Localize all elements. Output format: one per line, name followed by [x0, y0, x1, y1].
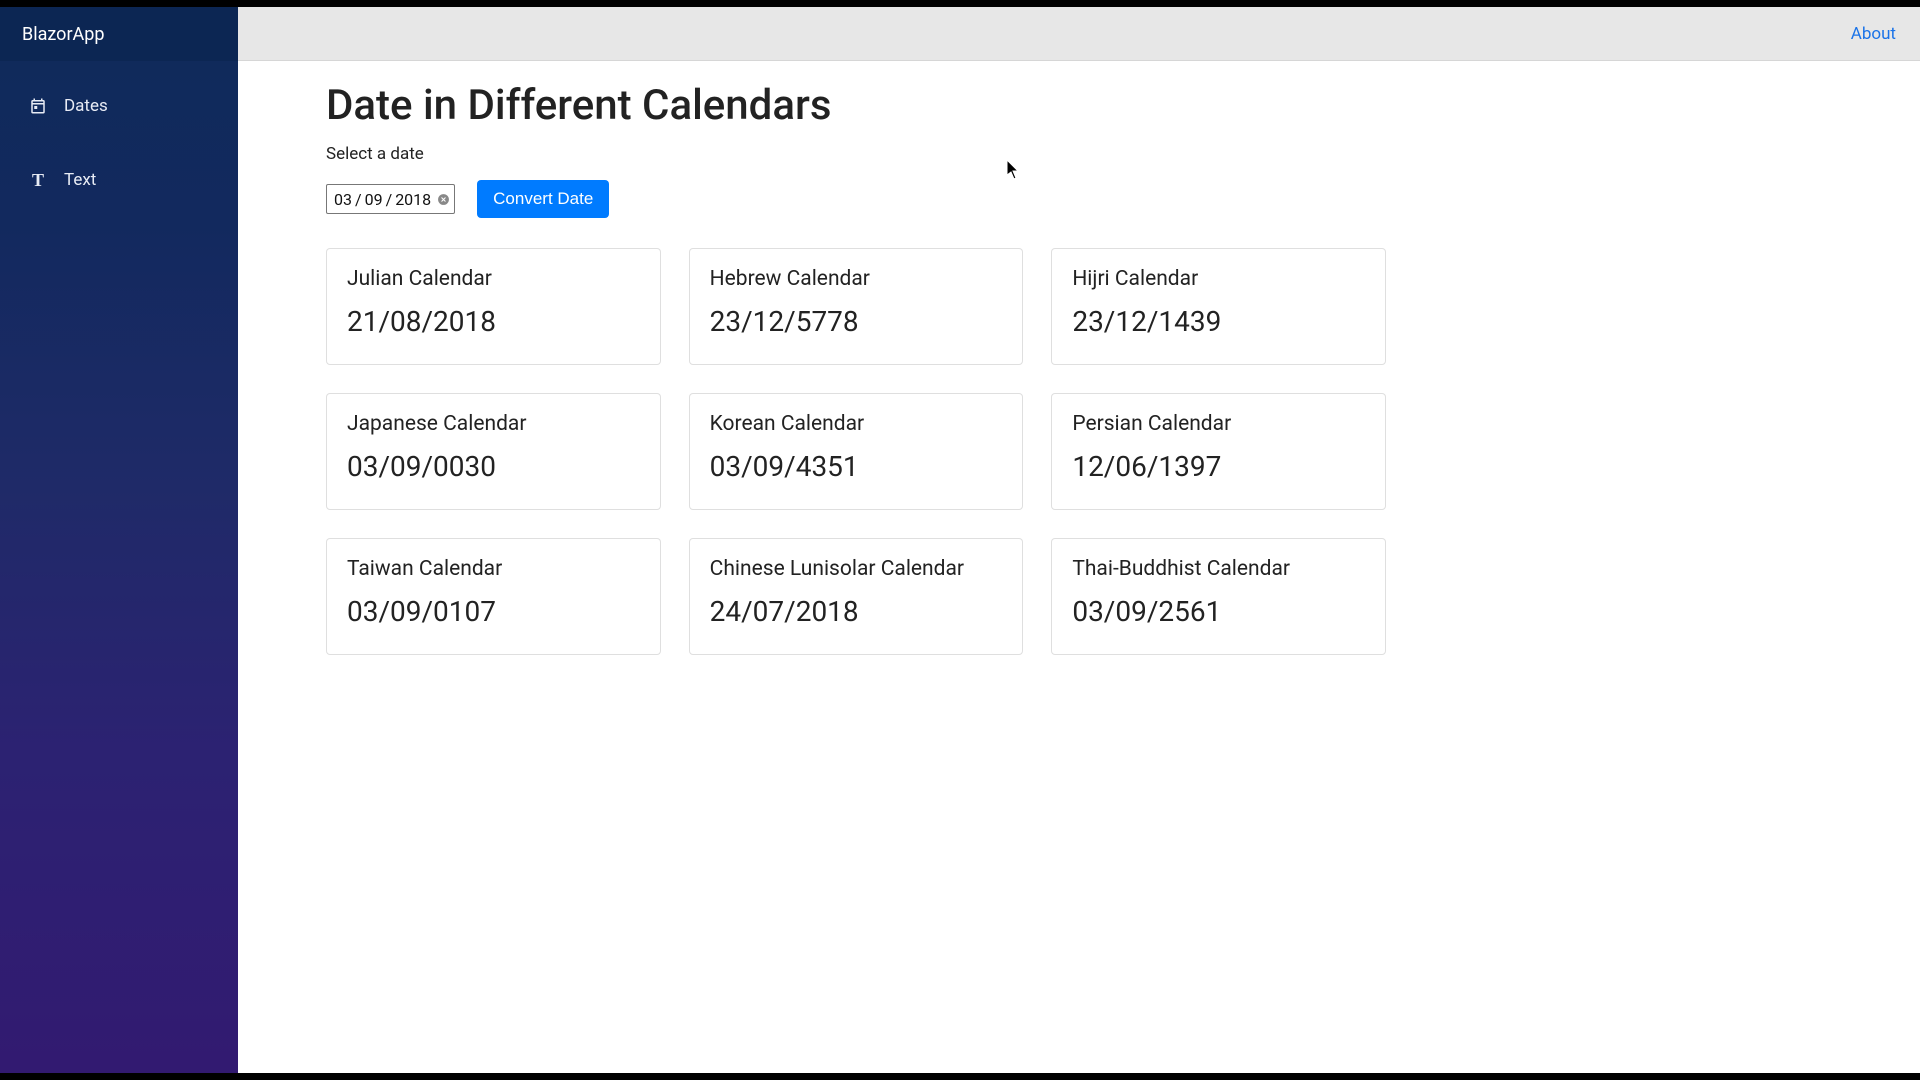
card-value: 03/09/0107	[347, 595, 640, 628]
card-thai-buddhist: Thai-Buddhist Calendar 03/09/2561	[1051, 538, 1386, 655]
calendar-cards-grid: Julian Calendar 21/08/2018 Hebrew Calend…	[326, 248, 1386, 655]
main-column: About Date in Different Calendars Select…	[238, 7, 1920, 1073]
card-value: 24/07/2018	[710, 595, 1003, 628]
card-title: Thai-Buddhist Calendar	[1072, 557, 1365, 581]
card-korean: Korean Calendar 03/09/4351	[689, 393, 1024, 510]
card-japanese: Japanese Calendar 03/09/0030	[326, 393, 661, 510]
date-separator: /	[384, 190, 395, 209]
app-root: BlazorApp Dates T Text About Date in Dif…	[0, 7, 1920, 1073]
topbar: About	[238, 7, 1920, 61]
card-hijri: Hijri Calendar 23/12/1439	[1051, 248, 1386, 365]
card-hebrew: Hebrew Calendar 23/12/5778	[689, 248, 1024, 365]
card-title: Hijri Calendar	[1072, 267, 1365, 291]
sidebar-item-dates[interactable]: Dates	[0, 69, 238, 143]
card-value: 23/12/5778	[710, 305, 1003, 338]
card-value: 12/06/1397	[1072, 450, 1365, 483]
letterbox-bottom	[0, 1073, 1920, 1080]
page-title: Date in Different Calendars	[326, 81, 1832, 130]
card-value: 03/09/4351	[710, 450, 1003, 483]
sidebar-item-text[interactable]: T Text	[0, 143, 238, 217]
date-input-day[interactable]: 03	[333, 190, 353, 209]
card-value: 21/08/2018	[347, 305, 640, 338]
calendar-icon	[28, 96, 48, 116]
sidebar: BlazorApp Dates T Text	[0, 7, 238, 1073]
sidebar-nav: Dates T Text	[0, 61, 238, 217]
card-title: Chinese Lunisolar Calendar	[710, 557, 1003, 581]
content-area: Date in Different Calendars Select a dat…	[238, 61, 1920, 1073]
card-value: 03/09/0030	[347, 450, 640, 483]
sidebar-item-label: Text	[64, 170, 96, 190]
select-date-label: Select a date	[326, 144, 1832, 164]
card-value: 23/12/1439	[1072, 305, 1365, 338]
about-link[interactable]: About	[1851, 24, 1896, 44]
brand-title: BlazorApp	[0, 7, 238, 61]
sidebar-item-label: Dates	[64, 96, 108, 116]
date-separator: /	[353, 190, 364, 209]
letterbox-top	[0, 0, 1920, 7]
card-value: 03/09/2561	[1072, 595, 1365, 628]
convert-date-button[interactable]: Convert Date	[477, 180, 609, 218]
card-title: Japanese Calendar	[347, 412, 640, 436]
card-title: Persian Calendar	[1072, 412, 1365, 436]
card-persian: Persian Calendar 12/06/1397	[1051, 393, 1386, 510]
controls-row: 03 / 09 / 2018 Convert Date	[326, 180, 1832, 218]
card-title: Korean Calendar	[710, 412, 1003, 436]
date-input-month[interactable]: 09	[364, 190, 384, 209]
card-title: Hebrew Calendar	[710, 267, 1003, 291]
clear-date-icon[interactable]	[436, 192, 450, 206]
card-taiwan: Taiwan Calendar 03/09/0107	[326, 538, 661, 655]
card-title: Julian Calendar	[347, 267, 640, 291]
date-input[interactable]: 03 / 09 / 2018	[326, 184, 455, 214]
text-icon: T	[28, 170, 48, 190]
card-chinese-lunisolar: Chinese Lunisolar Calendar 24/07/2018	[689, 538, 1024, 655]
date-input-year[interactable]: 2018	[394, 190, 432, 209]
card-julian: Julian Calendar 21/08/2018	[326, 248, 661, 365]
card-title: Taiwan Calendar	[347, 557, 640, 581]
